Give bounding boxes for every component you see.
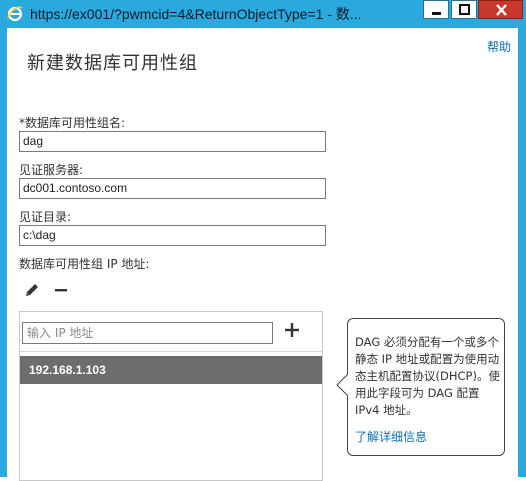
dag-name-label: *数据库可用性组名: <box>19 116 126 130</box>
dag-name-input[interactable]: dag <box>19 131 326 152</box>
dag-ip-label: 数据库可用性组 IP 地址: <box>19 257 150 271</box>
panel-divider <box>20 351 322 352</box>
close-icon <box>496 4 507 16</box>
page-title: 新建数据库可用性组 <box>27 53 198 74</box>
add-plus-icon[interactable] <box>283 321 301 339</box>
minimize-button[interactable] <box>423 0 449 19</box>
minimize-icon <box>432 12 441 15</box>
window-title: https://ex001/?pwmcid=4&ReturnObjectType… <box>30 6 362 22</box>
window-frame-right <box>518 28 526 477</box>
witness-server-label: 见证服务器: <box>19 163 84 177</box>
edit-pencil-icon[interactable] <box>23 281 41 299</box>
callout-pointer <box>336 374 350 396</box>
witness-server-input[interactable]: dc001.contoso.com <box>19 178 326 199</box>
callout-text: DAG 必须分配有一个或多个静态 IP 地址或配置为使用动态主机配置协议(DHC… <box>355 335 500 417</box>
remove-minus-icon[interactable] <box>53 281 69 299</box>
ip-address-input[interactable]: 输入 IP 地址 <box>22 322 273 344</box>
ip-list-item[interactable]: 192.168.1.103 <box>20 356 322 384</box>
maximize-icon <box>459 4 470 15</box>
window-frame-left <box>0 28 7 477</box>
witness-directory-label: 见证目录: <box>19 210 72 224</box>
learn-more-link[interactable]: 了解详细信息 <box>355 428 427 445</box>
close-button[interactable] <box>478 0 523 19</box>
help-link[interactable]: 帮助 <box>487 38 511 55</box>
witness-directory-input[interactable]: c:\dag <box>19 225 326 246</box>
internet-explorer-icon <box>7 6 23 22</box>
maximize-button[interactable] <box>451 0 477 19</box>
window-titlebar[interactable]: https://ex001/?pwmcid=4&ReturnObjectType… <box>0 0 526 28</box>
